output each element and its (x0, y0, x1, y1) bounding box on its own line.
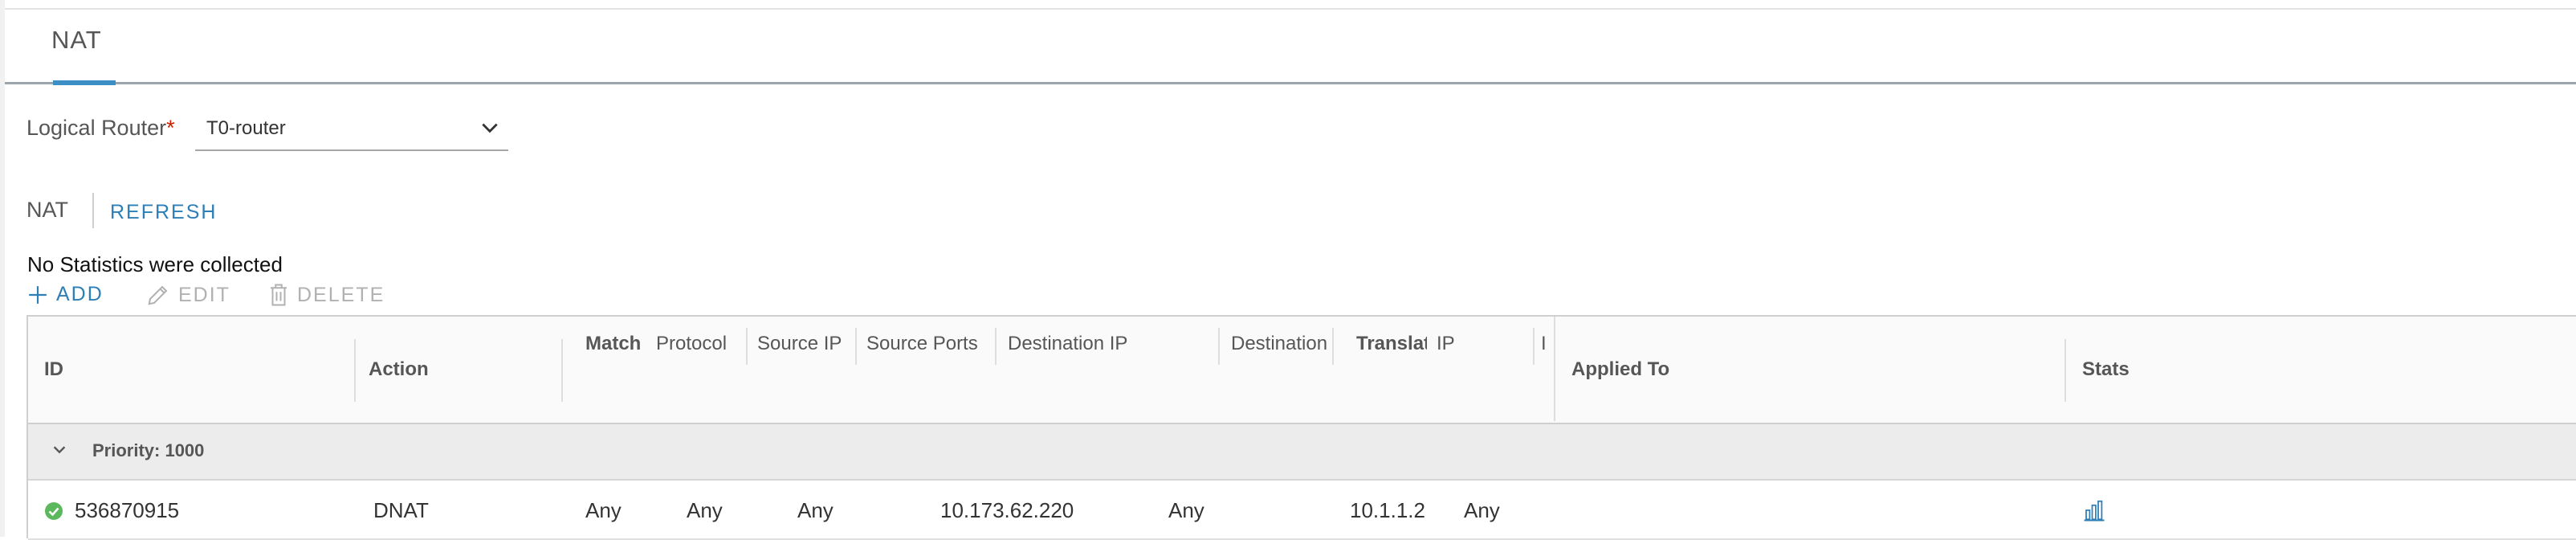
refresh-button[interactable]: REFRESH (110, 201, 217, 224)
priority-group-label: Priority: 1000 (92, 440, 205, 460)
tab-bar: NAT (5, 8, 2576, 85)
table-row[interactable]: 536870915 DNAT Any Any Any 10.173.62.220… (28, 481, 2576, 540)
plus-icon (29, 285, 47, 304)
required-marker: * (166, 116, 175, 140)
cell-source-ports: Any (797, 498, 834, 522)
logical-router-label: Logical Router* (26, 116, 175, 141)
logical-router-select[interactable]: T0-router (195, 111, 508, 151)
cell-id: 536870915 (75, 498, 180, 522)
cell-protocol: Any (585, 498, 622, 522)
column-header-match: Match (585, 333, 642, 354)
priority-group-row[interactable]: Priority: 1000 (28, 424, 2576, 481)
chevron-down-icon (482, 123, 498, 133)
grid-header: ID Action Match Protocol Source IP Sourc… (28, 317, 2576, 424)
column-header-destination-ip[interactable]: Destination IP (1008, 333, 1127, 355)
delete-button[interactable]: DELETE (268, 283, 385, 307)
column-header-action[interactable]: Action (369, 358, 429, 381)
column-divider (1533, 328, 1535, 365)
column-divider (855, 328, 857, 365)
column-header-source-ip[interactable]: Source IP (757, 333, 842, 355)
cell-destination-ip: 10.173.62.220 (940, 498, 1074, 522)
nat-section-heading: NAT (26, 198, 68, 222)
check-circle-icon (45, 502, 63, 520)
column-header-stats[interactable]: Stats (2082, 358, 2130, 381)
no-statistics-message: No Statistics were collected (27, 252, 283, 276)
column-divider (1218, 328, 1220, 365)
logical-router-value: T0-router (206, 117, 286, 139)
column-divider (1332, 328, 1334, 365)
column-header-translated: Translat (1356, 333, 1427, 354)
delete-button-label: DELETE (297, 283, 385, 306)
column-divider (2064, 339, 2066, 402)
cell-destination-ports: Any (1168, 498, 1204, 522)
column-header-protocol[interactable]: Protocol (656, 333, 727, 355)
column-header-translated-ports[interactable]: I (1541, 333, 1547, 355)
chevron-down-icon[interactable] (51, 440, 68, 458)
add-button[interactable]: ADD (27, 283, 104, 306)
nat-rules-grid: ID Action Match Protocol Source IP Sourc… (26, 315, 2576, 540)
add-button-label: ADD (56, 283, 104, 305)
cell-source-ip: Any (687, 498, 723, 522)
cell-translated-ip: 10.1.1.2 (1350, 498, 1425, 522)
tab-nat[interactable]: NAT (51, 26, 102, 55)
pencil-icon (148, 285, 168, 305)
cell-translated-ports: Any (1464, 498, 1500, 522)
column-divider (1554, 317, 1555, 421)
column-divider (561, 339, 563, 402)
column-header-applied-to[interactable]: Applied To (1571, 358, 1669, 381)
column-divider (746, 328, 748, 365)
column-divider (995, 328, 997, 365)
cell-action: DNAT (373, 498, 429, 522)
column-header-destination-ports[interactable]: Destination (1231, 333, 1331, 355)
column-header-id[interactable]: ID (44, 358, 63, 381)
active-tab-indicator (53, 80, 116, 85)
column-divider (354, 339, 356, 402)
trash-icon (271, 284, 287, 306)
column-header-source-ports[interactable]: Source Ports (866, 333, 978, 355)
heading-divider (92, 193, 94, 228)
column-header-translated-ip[interactable]: IP (1437, 333, 1455, 355)
logical-router-label-text: Logical Router (26, 116, 167, 140)
edit-button-label: EDIT (178, 283, 230, 306)
bar-chart-icon[interactable] (2082, 498, 2106, 522)
edit-button[interactable]: EDIT (146, 283, 230, 307)
